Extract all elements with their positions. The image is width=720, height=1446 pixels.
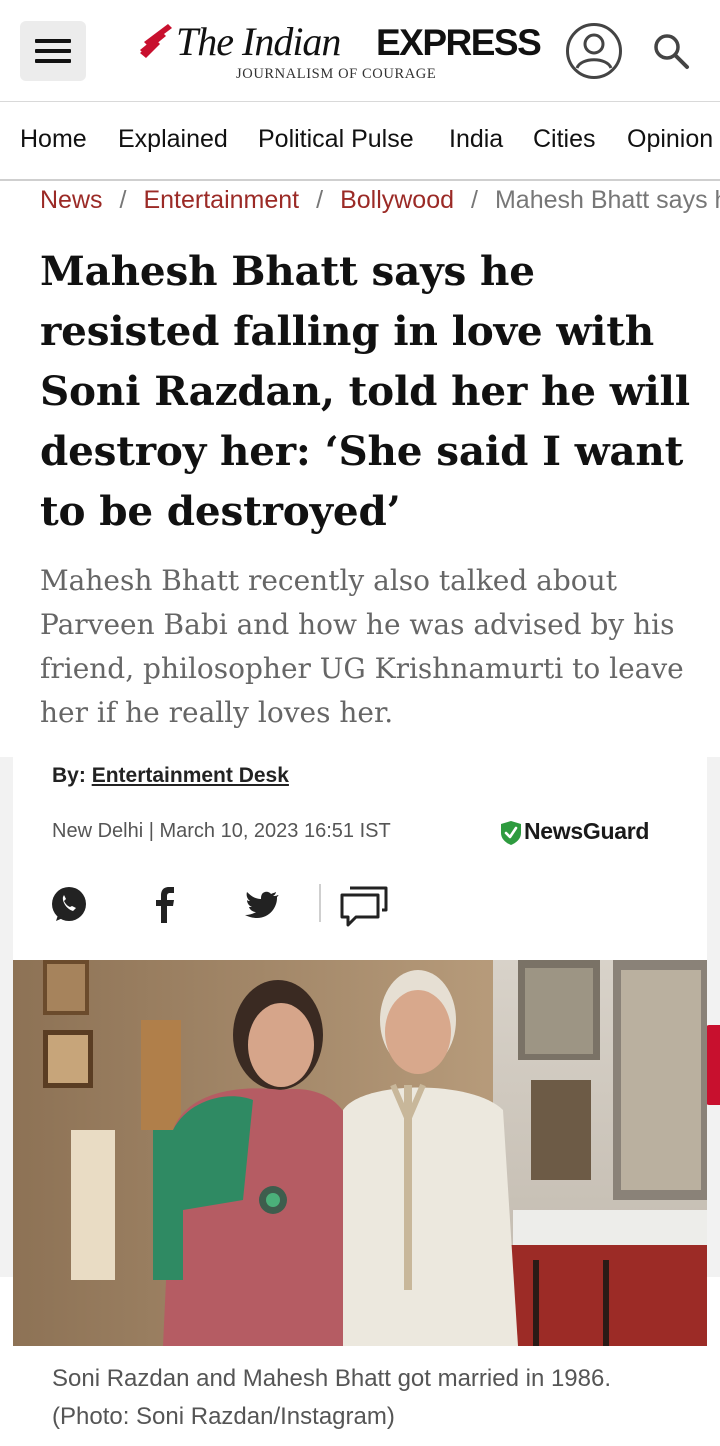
nav-item-india[interactable]: India: [449, 125, 503, 154]
breadcrumb-bollywood[interactable]: Bollywood: [340, 186, 454, 214]
menu-bar: [35, 59, 71, 63]
nav-item-political-pulse[interactable]: Political Pulse: [258, 125, 414, 154]
author-link[interactable]: Entertainment Desk: [92, 764, 289, 787]
site-header: The Indian EXPRESS JOURNALISM OF COURAGE: [0, 0, 720, 102]
breadcrumb: News / Entertainment / Bollywood / Mahesh Bhat…: [40, 186, 720, 220]
logo-express: EXPRESS: [376, 22, 542, 63]
whatsapp-icon[interactable]: [50, 882, 88, 928]
card-edge: [707, 757, 720, 1277]
main-nav: Home Explained Political Pulse India Cit…: [0, 103, 720, 181]
article-photo[interactable]: [13, 960, 707, 1346]
account-icon[interactable]: [565, 22, 623, 80]
card-edge: [0, 757, 13, 1277]
comments-icon[interactable]: [338, 882, 390, 928]
byline-prefix: By:: [52, 764, 86, 787]
share-divider: [319, 884, 321, 922]
twitter-icon[interactable]: [243, 882, 281, 928]
breadcrumb-news[interactable]: News: [40, 186, 103, 214]
side-tab[interactable]: [706, 1025, 720, 1105]
nav-item-cities[interactable]: Cities: [533, 125, 596, 154]
byline: By: Entertainment Desk: [52, 764, 289, 788]
logo-tagline: JOURNALISM OF COURAGE: [236, 66, 437, 82]
breadcrumb-separator: /: [471, 186, 478, 214]
article-headline: Mahesh Bhatt says he resisted falling in…: [40, 247, 690, 535]
hamburger-menu-button[interactable]: [20, 21, 86, 81]
photo-caption: Soni Razdan and Mahesh Bhatt got married…: [52, 1365, 612, 1430]
article-deck: Mahesh Bhatt recently also talked about …: [40, 564, 684, 729]
nav-item-home[interactable]: Home: [20, 125, 87, 154]
menu-bar: [35, 49, 71, 53]
logo-mark-icon: [140, 24, 172, 58]
site-logo[interactable]: The Indian EXPRESS JOURNALISM OF COURAGE: [138, 18, 548, 88]
breadcrumb-current: Mahesh Bhatt says he resisted falling in…: [494, 186, 720, 214]
facebook-icon[interactable]: [148, 882, 180, 928]
newsguard-label: NewsGuard: [524, 818, 650, 844]
breadcrumb-entertainment[interactable]: Entertainment: [143, 186, 299, 214]
breadcrumb-separator: /: [316, 186, 324, 214]
photo-illustration: [13, 960, 707, 1346]
dateline: New Delhi | March 10, 2023 16:51 IST: [52, 820, 391, 842]
newsguard-badge[interactable]: NewsGuard: [500, 818, 676, 848]
menu-bar: [35, 39, 71, 43]
newsguard-shield-icon: [501, 821, 521, 845]
search-icon[interactable]: [652, 32, 690, 70]
breadcrumb-separator: /: [119, 186, 127, 214]
nav-item-explained[interactable]: Explained: [118, 125, 228, 154]
nav-item-opinion[interactable]: Opinion: [627, 125, 713, 154]
logo-the-indian: The Indian: [176, 19, 341, 64]
